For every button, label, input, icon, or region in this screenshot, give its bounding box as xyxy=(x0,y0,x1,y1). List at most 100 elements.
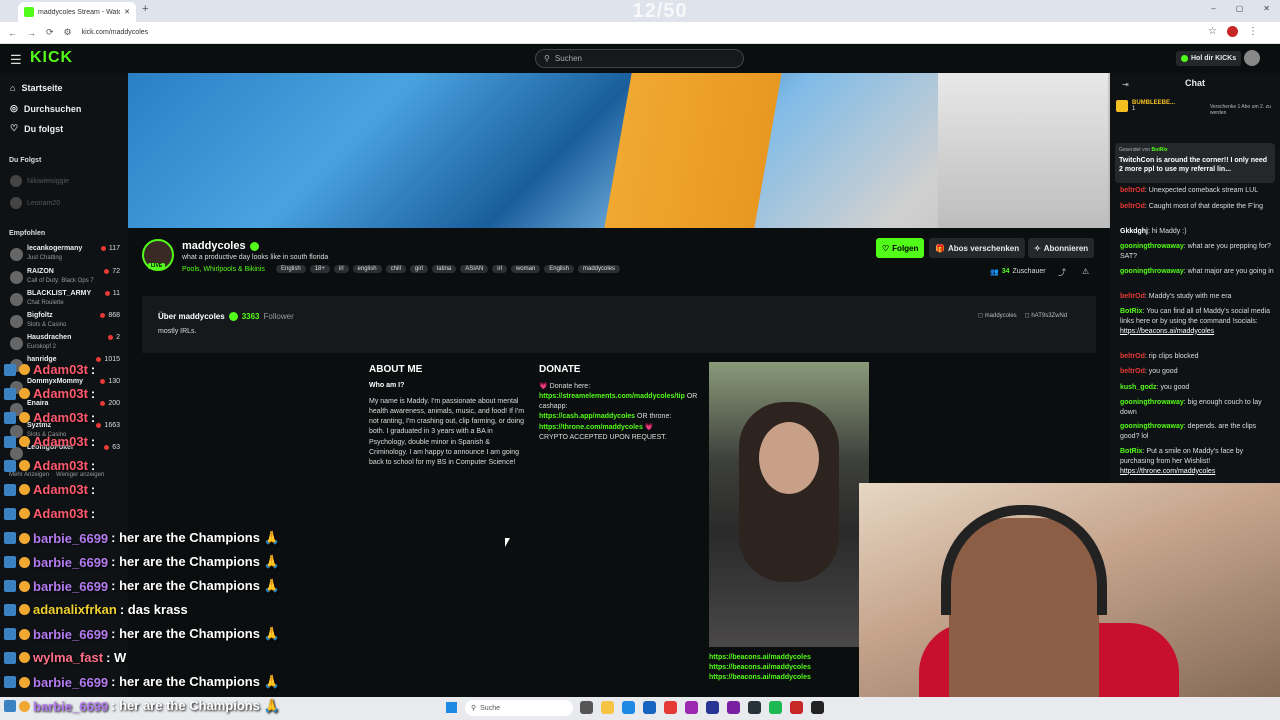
chat-username[interactable]: kush_godz xyxy=(1120,384,1157,391)
nav-startseite[interactable]: ⌂ Startseite xyxy=(10,83,62,93)
discord-link[interactable]: ◻ hAT9s3ZwNd xyxy=(1025,312,1068,319)
close-window-button[interactable]: ✕ xyxy=(1263,4,1270,13)
get-kicks-button[interactable]: Hol dir KICKs xyxy=(1176,51,1242,66)
stream-tag[interactable]: girl xyxy=(409,265,428,273)
new-tab-button[interactable]: + xyxy=(142,3,148,15)
stream-category[interactable]: Pools, Whirlpools & Bikinis xyxy=(182,266,265,273)
stream-tag[interactable]: english xyxy=(352,265,382,273)
live-dot-icon xyxy=(100,313,106,318)
video-player[interactable] xyxy=(128,73,1110,228)
stream-tag[interactable]: 18+ xyxy=(309,265,330,273)
vscode-icon[interactable] xyxy=(706,701,719,714)
forward-icon[interactable]: → xyxy=(27,28,36,38)
recommended-channel[interactable]: RAIZON Call of Duty: Black Ops 7 72 xyxy=(8,268,120,290)
badge-icon xyxy=(19,628,30,640)
discord-icon[interactable] xyxy=(727,701,740,714)
chat-username[interactable]: Gkkdghj xyxy=(1120,228,1148,235)
chat-username[interactable]: beltrOd xyxy=(1120,293,1145,300)
search-input[interactable]: ⚲ Suchen xyxy=(535,49,744,68)
site-info-icon[interactable]: ⚙ xyxy=(64,27,72,38)
chrome-icon[interactable] xyxy=(664,701,677,714)
nav-du-folgst[interactable]: ♡ Du folgst xyxy=(10,123,63,134)
instagram-link[interactable]: ◻ maddycoles xyxy=(978,312,1017,319)
stream-tag[interactable]: English xyxy=(544,265,574,273)
stream-tag[interactable]: chill xyxy=(385,265,406,273)
recommended-channel[interactable]: lecankogermany Just Chatting 117 xyxy=(8,245,120,267)
edge-icon[interactable] xyxy=(622,701,635,714)
obs-icon[interactable] xyxy=(790,701,803,714)
bookmark-star-icon[interactable]: ☆ xyxy=(1208,26,1217,37)
badge-icon xyxy=(19,436,30,447)
stream-tag[interactable]: ASIAN xyxy=(460,265,489,273)
avatar xyxy=(10,197,22,209)
terminal-icon[interactable] xyxy=(811,701,824,714)
following-item[interactable]: Leonam20 xyxy=(10,197,60,209)
steam-icon[interactable] xyxy=(748,701,761,714)
taskview-icon[interactable] xyxy=(580,701,593,714)
chat-username[interactable]: gooningthrowaway xyxy=(1120,268,1184,275)
search-placeholder: Suchen xyxy=(554,54,582,63)
badge-icon xyxy=(19,532,30,544)
tab-close-icon[interactable]: ✕ xyxy=(124,8,130,16)
report-icon[interactable]: ⚠ xyxy=(1082,267,1089,276)
store-icon[interactable] xyxy=(643,701,656,714)
stream-tag[interactable]: maddycoles xyxy=(577,265,620,273)
browser-menu-icon[interactable]: ⋮ xyxy=(1248,26,1258,37)
chat-username[interactable]: gooningthrowaway xyxy=(1120,243,1184,250)
stream-tag[interactable]: latina xyxy=(431,265,457,273)
chat-username[interactable]: beltrOd xyxy=(1120,368,1145,375)
url-field[interactable]: kick.com/maddycoles xyxy=(82,29,149,36)
follow-button[interactable]: ♡ Folgen xyxy=(876,238,925,258)
stream-tag[interactable]: English xyxy=(276,265,306,273)
chat-username[interactable]: gooningthrowaway xyxy=(1120,423,1184,430)
chat-username[interactable]: BotRix xyxy=(1120,448,1143,455)
share-icon[interactable]: ⤴ xyxy=(1058,267,1066,278)
user-avatar[interactable] xyxy=(1244,50,1260,66)
maximize-button[interactable]: ▢ xyxy=(1236,4,1244,13)
overlay-text: : her are the Champions 🙏 xyxy=(111,698,280,713)
pinned-message[interactable]: Gesendet von BotRix TwitchCon is around … xyxy=(1115,143,1275,183)
pinned-by: Gesendet von BotRix xyxy=(1119,147,1271,153)
recommended-channel[interactable]: Bigfoltz Slots & Casino 868 xyxy=(8,312,120,334)
profile-avatar[interactable] xyxy=(1227,26,1238,37)
about-me-text: My name is Maddy. I'm passionate about m… xyxy=(369,398,525,466)
beacons-link[interactable]: https://beacons.ai/maddycoles xyxy=(709,653,811,663)
stream-tag[interactable]: woman xyxy=(510,265,541,273)
recommended-channel[interactable]: Hausdrachen Eurokopf 2 2 xyxy=(8,334,120,356)
minimize-button[interactable]: – xyxy=(1211,4,1215,13)
reload-icon[interactable]: ⟳ xyxy=(46,27,54,38)
chat-username[interactable]: beltrOd xyxy=(1120,353,1145,360)
recommended-channel[interactable]: BLACKLIST_ARMY Chat Roulette 11 xyxy=(8,290,120,312)
stream-tag[interactable]: irl xyxy=(333,265,349,273)
chat-link[interactable]: https://throne.com/maddycoles xyxy=(1120,468,1215,475)
back-icon[interactable]: ← xyxy=(8,28,17,38)
badge-icon xyxy=(4,387,16,400)
chat-username[interactable]: gooningthrowaway xyxy=(1120,399,1184,406)
beacons-link[interactable]: https://beacons.ai/maddycoles xyxy=(709,673,811,683)
gift-leaderboard[interactable]: BUMBLEEBE... 1 xyxy=(1116,100,1175,112)
channel-name[interactable]: maddycoles xyxy=(182,240,259,252)
nav-durchsuchen[interactable]: ◎ Durchsuchen xyxy=(10,103,81,114)
file-explorer-icon[interactable] xyxy=(601,701,614,714)
app-icon[interactable] xyxy=(685,701,698,714)
kick-logo[interactable]: KICK xyxy=(30,49,73,67)
chat-username[interactable]: beltrOd xyxy=(1120,203,1145,210)
hamburger-menu-icon[interactable]: ☰ xyxy=(10,52,22,68)
chat-username[interactable]: BotRix xyxy=(1120,308,1143,315)
chat-link[interactable]: https://beacons.ai/maddycoles xyxy=(1120,328,1214,335)
streamelements-link[interactable]: https://streamelements.com/maddycoles/ti… xyxy=(539,393,685,400)
spotify-icon[interactable] xyxy=(769,701,782,714)
chat-username[interactable]: beltrOd xyxy=(1120,187,1145,194)
windows-start-icon[interactable] xyxy=(446,702,457,713)
cashapp-link[interactable]: https://cash.app/maddycoles xyxy=(539,413,635,420)
following-item[interactable]: Nikiwieisiggie xyxy=(10,175,69,187)
beacons-link[interactable]: https://beacons.ai/maddycoles xyxy=(709,663,811,673)
chat-text: : Maddy's study with me era xyxy=(1144,293,1232,300)
taskbar-search[interactable]: ⚲ Suche xyxy=(465,700,573,716)
stream-tag[interactable]: irl xyxy=(492,265,507,273)
overlay-chat-message: barbie_6699 : her are the Champions 🙏 xyxy=(4,578,280,594)
gift-subs-button[interactable]: 🎁 Abos verschenken xyxy=(929,238,1026,258)
browser-tab[interactable]: maddycoles Stream - Watch Li... ✕ xyxy=(18,2,136,22)
throne-link[interactable]: https://throne.com/maddycoles xyxy=(539,424,643,431)
subscribe-button[interactable]: ✧ Abonnieren xyxy=(1028,238,1095,258)
